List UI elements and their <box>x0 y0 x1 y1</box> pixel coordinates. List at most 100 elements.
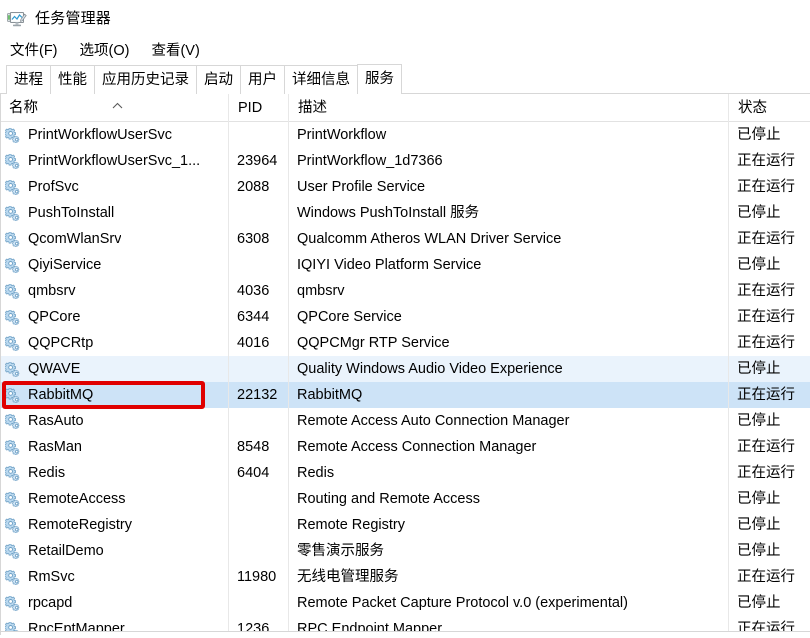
cell-service-name: PrintWorkflowUserSvc_1... <box>0 148 228 174</box>
table-row[interactable]: qmbsrv 4036 qmbsrv 正在运行 <box>0 278 810 304</box>
column-header-status[interactable]: 状态 <box>728 94 810 122</box>
cell-pid <box>228 122 288 148</box>
table-row[interactable]: RabbitMQ 22132 RabbitMQ 正在运行 <box>0 382 810 408</box>
table-row[interactable]: RmSvc 11980 无线电管理服务 正在运行 <box>0 564 810 590</box>
tab-app-history[interactable]: 应用历史记录 <box>94 65 197 94</box>
cell-description: Remote Registry <box>297 517 405 533</box>
cell-description: 零售演示服务 <box>297 543 384 559</box>
service-name-label: RetailDemo <box>28 543 104 559</box>
cell-description: Routing and Remote Access <box>297 491 480 507</box>
table-row[interactable]: QPCore 6344 QPCore Service 正在运行 <box>0 304 810 330</box>
cell-pid: 23964 <box>237 153 278 169</box>
title-bar: 任务管理器 <box>0 0 810 37</box>
cell-description: Remote Packet Capture Protocol v.0 (expe… <box>297 595 628 611</box>
service-name-label: Redis <box>28 465 66 481</box>
cell-pid <box>228 512 288 538</box>
gear-cog-icon <box>4 595 22 613</box>
tab-startup[interactable]: 启动 <box>196 65 241 94</box>
cell-status: 已停止 <box>737 413 781 429</box>
cell-description: QPCore Service <box>297 309 402 325</box>
tab-strip: 进程 性能 应用历史记录 启动 用户 详细信息 服务 <box>0 64 810 94</box>
gear-cog-icon <box>4 283 22 301</box>
cell-description: Qualcomm Atheros WLAN Driver Service <box>297 231 562 247</box>
cell-description: Redis <box>297 465 335 481</box>
cell-service-name: RasMan <box>0 434 228 460</box>
gear-cog-icon <box>4 127 22 145</box>
cell-service-name: rpcapd <box>0 590 228 616</box>
cell-description: PrintWorkflow <box>297 127 387 143</box>
gear-cog-icon <box>4 179 22 197</box>
menu-item-file[interactable]: 文件(F) <box>8 41 60 61</box>
table-row[interactable]: RemoteRegistry Remote Registry 已停止 <box>0 512 810 538</box>
table-row[interactable]: RetailDemo 零售演示服务 已停止 <box>0 538 810 564</box>
cell-status: 正在运行 <box>737 439 795 455</box>
table-row[interactable]: PrintWorkflowUserSvc_1... 23964 PrintWorkf… <box>0 148 810 174</box>
cell-description: QQPCMgr RTP Service <box>297 335 450 351</box>
cell-status: 已停止 <box>737 127 781 143</box>
table-row[interactable]: ProfSvc 2088 User Profile Service 正在运行 <box>0 174 810 200</box>
cell-status: 正在运行 <box>737 179 795 195</box>
column-header-pid[interactable]: PID <box>228 94 288 122</box>
tab-performance[interactable]: 性能 <box>50 65 95 94</box>
service-name-label: QiyiService <box>28 257 102 273</box>
table-row[interactable]: QcomWlanSrv 6308 Qualcomm Atheros WLAN Dri… <box>0 226 810 252</box>
menu-item-options[interactable]: 选项(O) <box>78 41 132 61</box>
column-header-name-label: 名称 <box>9 99 38 116</box>
gear-cog-icon <box>4 491 22 509</box>
table-row[interactable]: PrintWorkflowUserSvc PrintWorkflow 已停止 <box>0 122 810 148</box>
column-header-pid-label: PID <box>238 99 263 116</box>
cell-service-name: QWAVE <box>0 356 228 382</box>
table-row[interactable]: RasAuto Remote Access Auto Connection Man… <box>0 408 810 434</box>
menu-item-view[interactable]: 查看(V) <box>149 41 201 61</box>
cell-status: 正在运行 <box>737 309 795 325</box>
cell-pid: 6404 <box>237 465 270 481</box>
gear-cog-icon <box>4 361 22 379</box>
service-name-label: QQPCRtp <box>28 335 94 351</box>
window-title: 任务管理器 <box>35 9 112 27</box>
service-name-label: RemoteRegistry <box>28 517 132 533</box>
cell-status: 已停止 <box>737 491 781 507</box>
service-name-label: ProfSvc <box>28 179 79 195</box>
cell-service-name: RemoteRegistry <box>0 512 228 538</box>
menu-bar: 文件(F) 选项(O) 查看(V) <box>0 37 810 64</box>
list-left-edge <box>0 94 1 635</box>
table-row[interactable]: QiyiService IQIYI Video Platform Service 已… <box>0 252 810 278</box>
gear-cog-icon <box>4 335 22 353</box>
cell-status: 已停止 <box>737 257 781 273</box>
service-name-label: RasAuto <box>28 413 84 429</box>
service-name-label: QcomWlanSrv <box>28 231 122 247</box>
tab-services[interactable]: 服务 <box>357 64 402 94</box>
cell-service-name: QPCore <box>0 304 228 330</box>
gear-cog-icon <box>4 569 22 587</box>
cell-pid: 8548 <box>237 439 270 455</box>
table-header-row: 名称 PID 描述 状态 <box>0 94 810 122</box>
services-table-body: PrintWorkflowUserSvc PrintWorkflow 已停止 Prin… <box>0 122 810 635</box>
service-name-label: QWAVE <box>28 361 81 377</box>
table-row[interactable]: Redis 6404 Redis 正在运行 <box>0 460 810 486</box>
table-row[interactable]: QQPCRtp 4016 QQPCMgr RTP Service 正在运行 <box>0 330 810 356</box>
table-row[interactable]: RasMan 8548 Remote Access Connection Manag… <box>0 434 810 460</box>
tab-details[interactable]: 详细信息 <box>284 65 358 94</box>
tab-processes[interactable]: 进程 <box>6 65 51 94</box>
column-header-description-label: 描述 <box>298 99 327 116</box>
cell-status: 已停止 <box>737 595 781 611</box>
service-name-label: RemoteAccess <box>28 491 126 507</box>
column-header-description[interactable]: 描述 <box>288 94 728 122</box>
cell-pid: 6308 <box>237 231 270 247</box>
task-manager-window: 任务管理器 文件(F) 选项(O) 查看(V) 进程 性能 应用历史记录 启动 … <box>0 0 810 638</box>
table-row[interactable]: rpcapd Remote Packet Capture Protocol v.0… <box>0 590 810 616</box>
cell-status: 已停止 <box>737 543 781 559</box>
table-row[interactable]: QWAVE Quality Windows Audio Video Experie… <box>0 356 810 382</box>
gear-cog-icon <box>4 309 22 327</box>
cell-service-name: QcomWlanSrv <box>0 226 228 252</box>
column-header-status-label: 状态 <box>738 99 767 116</box>
column-header-name[interactable]: 名称 <box>0 94 228 122</box>
cell-pid: 2088 <box>237 179 270 195</box>
service-name-label: QPCore <box>28 309 81 325</box>
tab-users[interactable]: 用户 <box>240 65 285 94</box>
gear-cog-icon <box>4 231 22 249</box>
sort-ascending-caret-icon <box>111 97 124 108</box>
table-row[interactable]: RemoteAccess Routing and Remote Access 已停止 <box>0 486 810 512</box>
table-row[interactable]: PushToInstall Windows PushToInstall 服务 已停止 <box>0 200 810 226</box>
service-name-label: PushToInstall <box>28 205 115 221</box>
